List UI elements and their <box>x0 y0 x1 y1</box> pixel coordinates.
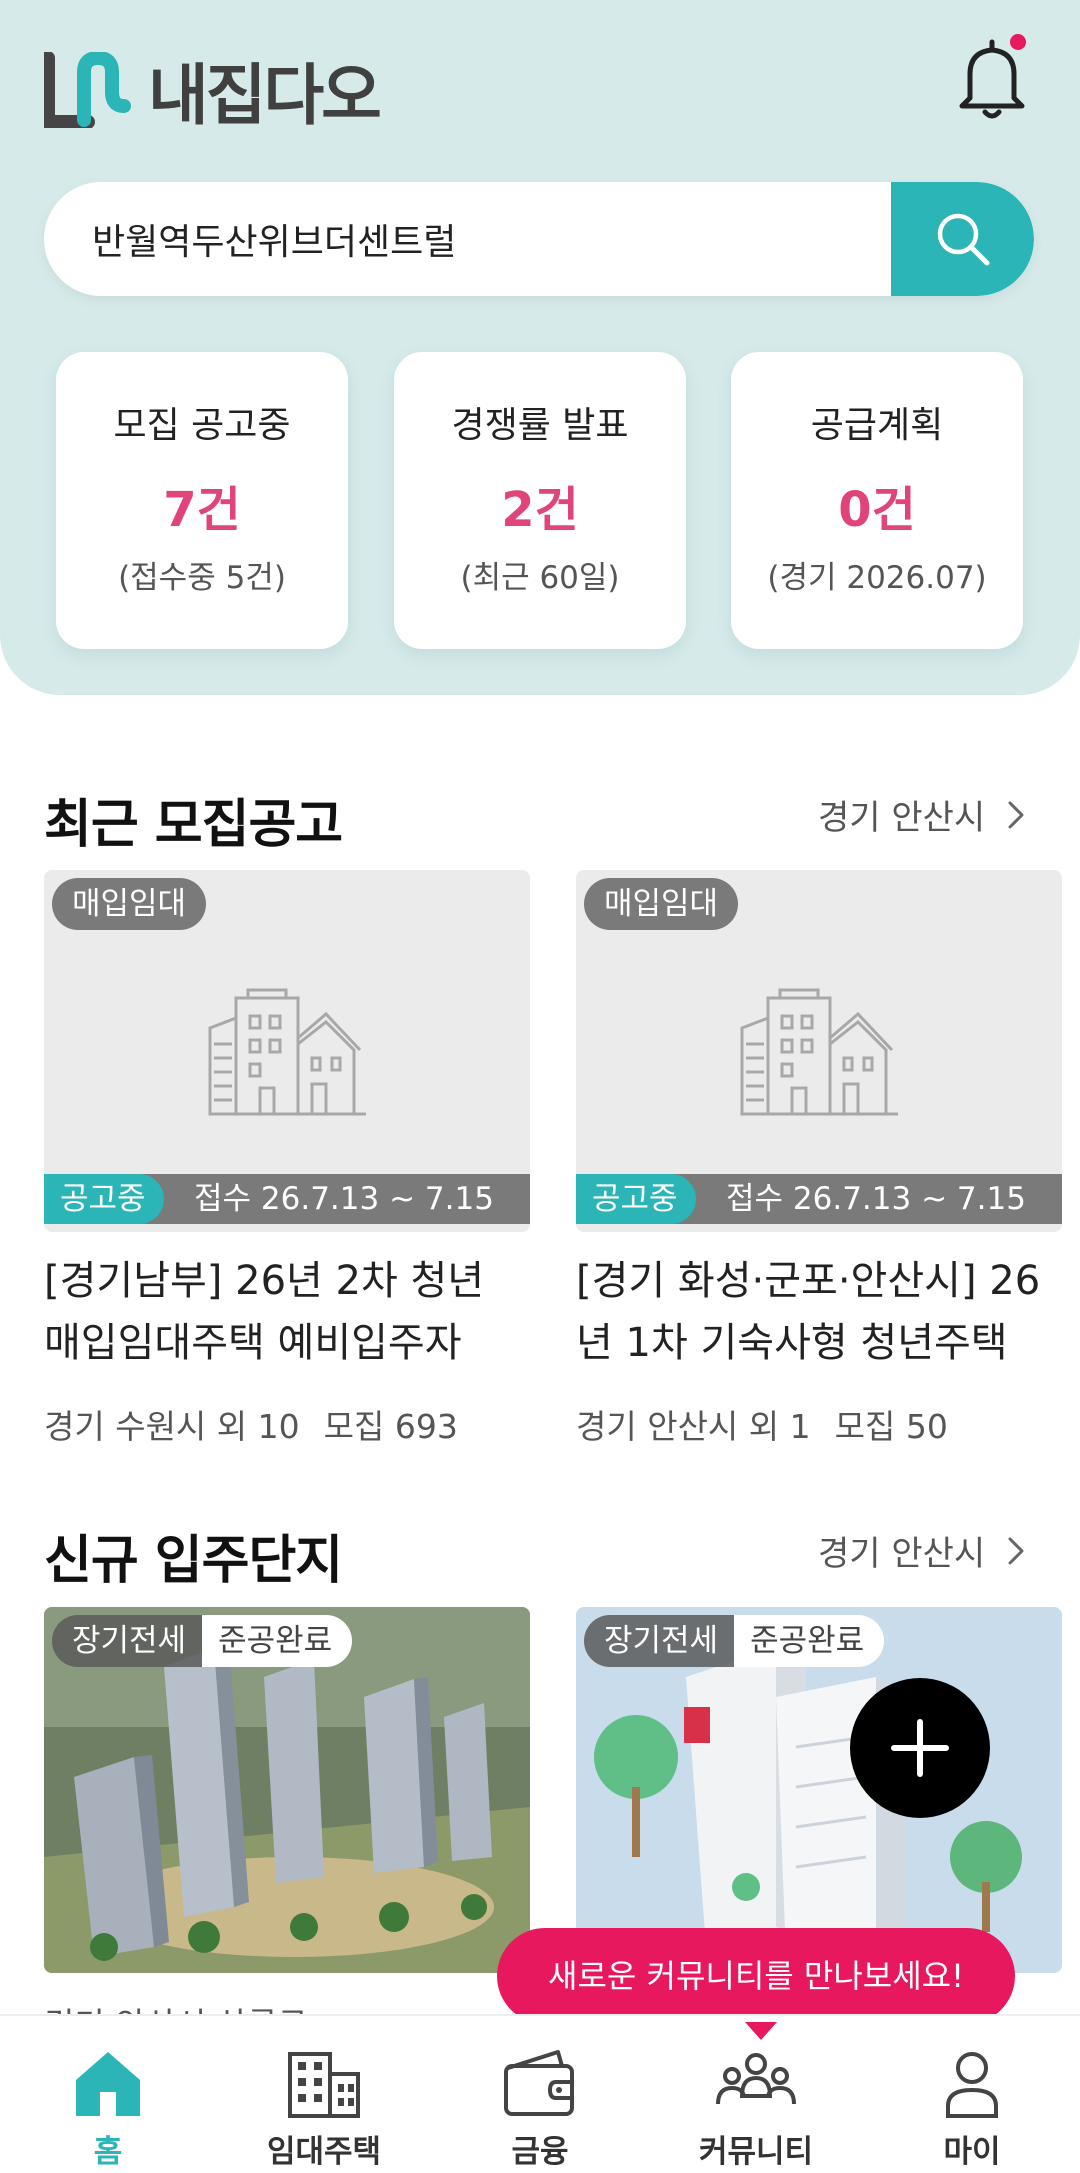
stat-value: 7건 <box>163 482 241 538</box>
notice-region: 경기 수원시 외 10 <box>44 1407 300 1446</box>
application-period: 접수 26.7.13 ~ 7.15 <box>194 1181 494 1217</box>
notice-count: 모집 693 <box>323 1407 458 1446</box>
stat-card-supply-plan[interactable]: 공급계획 0건 (경기 2026.07) <box>731 352 1023 649</box>
rental-type-tag: 장기전세 <box>584 1615 735 1667</box>
completion-status-tag: 준공완료 <box>202 1615 353 1667</box>
rental-type-tag: 장기전세 <box>52 1615 203 1667</box>
nav-label: 커뮤니티 <box>698 2134 814 2170</box>
recent-notices-title: 최근 모집공고 <box>44 795 343 855</box>
notice-meta: 경기 수원시 외 10 모집 693 <box>44 1400 458 1448</box>
tooltip-pointer <box>745 2022 777 2040</box>
user-icon <box>946 2052 998 2118</box>
plus-icon <box>891 1719 949 1777</box>
complex-card[interactable]: 장기전세 준공완료 <box>576 1607 1062 1973</box>
complex-tags: 장기전세 준공완료 <box>52 1615 353 1667</box>
app-name: 내집다오 <box>148 57 382 134</box>
nav-my[interactable]: 마이 <box>864 2016 1080 2173</box>
header-area: 내집다오 모집 공고중 7건 (접수중 5건) 경쟁률 발표 2건 (최근 60… <box>0 0 1080 695</box>
notice-title-line: 매입임대주택 예비입주자 <box>44 1320 462 1366</box>
stat-sub: (경기 2026.07) <box>767 560 987 596</box>
complexes-region-link[interactable]: 경기 안산시 <box>818 1526 1025 1575</box>
stat-card-competition[interactable]: 경쟁률 발표 2건 (최근 60일) <box>394 352 686 649</box>
home-icon <box>76 2052 140 2116</box>
stat-label: 경쟁률 발표 <box>451 405 629 446</box>
notice-title: [경기남부] 26년 2차 청년 매입임대주택 예비입주자 <box>44 1250 544 1374</box>
logo-mark-icon <box>44 52 131 128</box>
app-logo: 내집다오 <box>44 50 382 134</box>
stat-value: 2건 <box>501 482 579 538</box>
complex-card[interactable]: 장기전세 준공완료 <box>44 1607 530 1973</box>
community-promo-tooltip[interactable]: 새로운 커뮤니티를 만나보세요! <box>497 1928 1015 2024</box>
notice-count: 모집 50 <box>834 1407 948 1446</box>
notice-type-tag: 매입임대 <box>584 878 739 930</box>
notice-title-line: [경기남부] 26년 2차 청년 <box>44 1258 485 1304</box>
recent-region-link[interactable]: 경기 안산시 <box>818 790 1025 839</box>
stat-label: 공급계획 <box>810 405 944 446</box>
nav-label: 금융 <box>511 2134 569 2170</box>
search-button[interactable] <box>891 182 1034 296</box>
notice-thumbnail: 매입임대 공고중 접수 26.7.13 ~ 7.15 <box>576 870 1062 1232</box>
bottom-navigation: 홈 임대주택 금융 커뮤니티 마이 <box>0 2014 1080 2173</box>
notice-thumbnail: 매입임대 공고중 접수 26.7.13 ~ 7.15 <box>44 870 530 1232</box>
search-input[interactable] <box>92 182 872 296</box>
notice-meta: 경기 안산시 외 1 모집 50 <box>576 1400 948 1448</box>
stat-label: 모집 공고중 <box>113 405 291 446</box>
status-badge: 공고중 <box>576 1174 696 1224</box>
region-link-label: 경기 안산시 <box>818 1534 986 1574</box>
complex-tags: 장기전세 준공완료 <box>584 1615 885 1667</box>
building-placeholder-icon <box>208 988 366 1116</box>
new-complexes-title: 신규 입주단지 <box>44 1531 343 1591</box>
nav-label: 홈 <box>93 2134 123 2170</box>
search-icon <box>937 213 989 266</box>
application-period: 접수 26.7.13 ~ 7.15 <box>726 1181 1026 1217</box>
notice-card[interactable]: 매입임대 공고중 접수 26.7.13 ~ 7.15 [경기남부] 26년 2차… <box>44 870 530 1446</box>
chevron-right-icon <box>1008 801 1024 828</box>
region-link-label: 경기 안산시 <box>818 798 986 838</box>
search-bar[interactable] <box>44 182 1034 296</box>
status-badge: 공고중 <box>44 1174 164 1224</box>
building-icon <box>288 2052 360 2118</box>
nav-label: 마이 <box>943 2134 1001 2170</box>
notice-type-tag: 매입임대 <box>52 878 207 930</box>
notice-title-line: [경기 화성·군포·안산시] 26 <box>576 1258 1041 1304</box>
complex-photo: 장기전세 준공완료 <box>44 1607 530 1973</box>
notice-title-line: 년 1차 기숙사형 청년주택 <box>576 1320 1008 1366</box>
stat-value: 0건 <box>838 482 916 538</box>
nav-finance[interactable]: 금융 <box>432 2016 648 2173</box>
notice-region: 경기 안산시 외 1 <box>576 1407 811 1446</box>
complex-illustration: 장기전세 준공완료 <box>576 1607 1062 1973</box>
stat-sub: (접수중 5건) <box>118 560 286 596</box>
notice-status-bar: 공고중 접수 26.7.13 ~ 7.15 <box>576 1174 1062 1224</box>
nav-label: 임대주택 <box>266 2134 382 2170</box>
nav-home[interactable]: 홈 <box>0 2016 216 2173</box>
notification-dot <box>1010 34 1026 50</box>
nav-rental-housing[interactable]: 임대주택 <box>216 2016 432 2173</box>
chevron-right-icon <box>1008 1537 1024 1564</box>
community-icon <box>716 2053 796 2105</box>
notice-title: [경기 화성·군포·안산시] 26 년 1차 기숙사형 청년주택 <box>576 1250 1076 1374</box>
notice-status-bar: 공고중 접수 26.7.13 ~ 7.15 <box>44 1174 530 1224</box>
completion-status-tag: 준공완료 <box>734 1615 885 1667</box>
building-placeholder-icon <box>740 988 898 1116</box>
stat-sub: (최근 60일) <box>460 560 620 596</box>
notice-card[interactable]: 매입임대 공고중 접수 26.7.13 ~ 7.15 [경기 화성·군포·안산시… <box>576 870 1062 1446</box>
stat-card-open-notices[interactable]: 모집 공고중 7건 (접수중 5건) <box>56 352 348 649</box>
wallet-icon <box>504 2050 574 2116</box>
add-post-button[interactable] <box>850 1678 990 1818</box>
